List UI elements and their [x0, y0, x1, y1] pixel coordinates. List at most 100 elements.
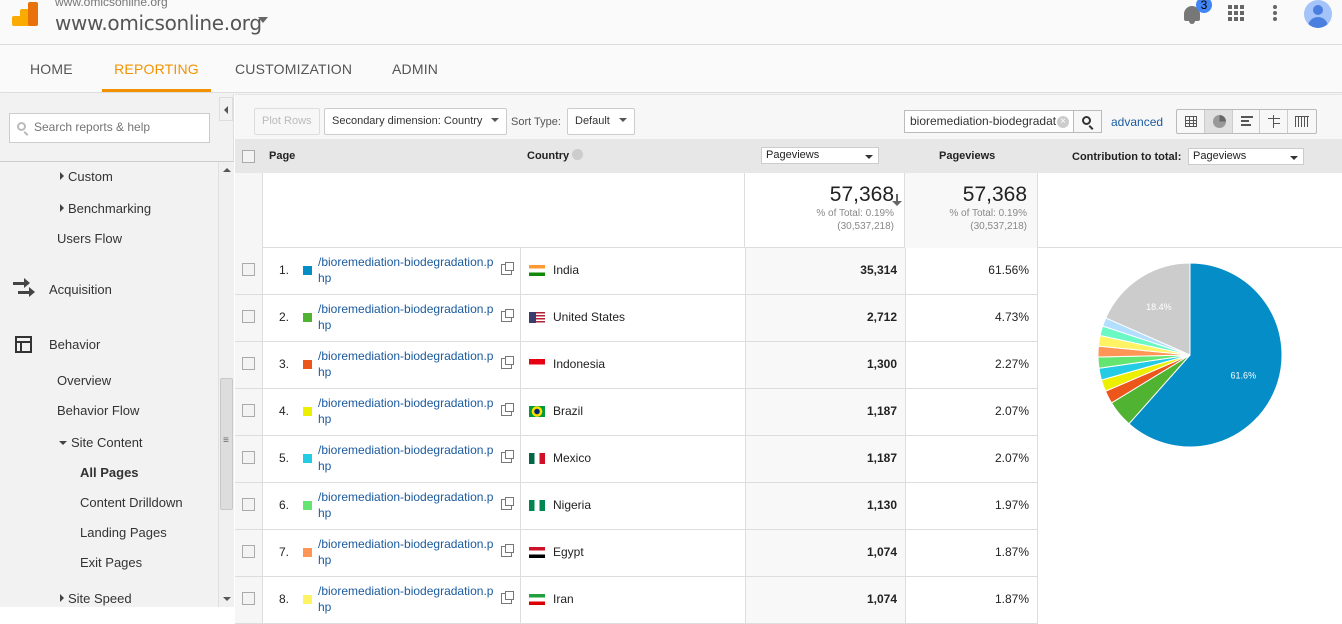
scroll-down-icon[interactable]	[223, 597, 231, 601]
row-checkbox[interactable]	[242, 263, 255, 276]
sidebar-item-site-content[interactable]: Site Content	[59, 435, 143, 450]
tab-admin[interactable]: ADMIN	[392, 45, 438, 92]
sidebar-item-custom[interactable]: Custom	[60, 169, 113, 184]
country-link[interactable]: Indonesia	[553, 357, 605, 371]
open-external-icon[interactable]	[501, 309, 514, 322]
totals-spacer	[263, 173, 745, 248]
header-country[interactable]: Country	[527, 149, 584, 162]
analytics-logo-icon[interactable]	[12, 2, 38, 26]
view-mode-toggle	[1176, 109, 1317, 134]
open-external-icon[interactable]	[501, 450, 514, 463]
secondary-dimension-select[interactable]: Secondary dimension: Country	[324, 108, 508, 135]
top-bar: www.omicsonline.org www.omicsonline.org …	[0, 0, 1342, 45]
tab-home[interactable]: HOME	[30, 45, 73, 92]
sidebar-item-exit-pages[interactable]: Exit Pages	[80, 555, 142, 570]
sidebar-item-benchmarking[interactable]: Benchmarking	[60, 201, 151, 216]
open-external-icon[interactable]	[501, 403, 514, 416]
sort-type-select[interactable]: Default	[567, 108, 635, 135]
page-link[interactable]: /bioremediation-biodegradation.php	[318, 583, 498, 615]
view-performance-button[interactable]	[1233, 110, 1261, 133]
more-vert-icon[interactable]	[1273, 5, 1277, 21]
country-flag-icon	[529, 547, 545, 558]
collapse-sidebar-button[interactable]	[219, 97, 233, 121]
totals-contribution: 57,368 % of Total: 0.19% (30,537,218)	[905, 173, 1038, 248]
country-link[interactable]: Egypt	[553, 545, 584, 559]
contribution-value: 2.07%	[994, 451, 1029, 465]
open-external-icon[interactable]	[501, 591, 514, 604]
search-input[interactable]	[34, 120, 204, 134]
row-checkbox[interactable]	[242, 498, 255, 511]
page-link[interactable]: /bioremediation-biodegradation.php	[318, 348, 498, 380]
page-link[interactable]: /bioremediation-biodegradation.php	[318, 254, 498, 286]
tab-customization[interactable]: CUSTOMIZATION	[235, 45, 352, 92]
sidebar-search[interactable]	[9, 113, 210, 143]
row-checkbox[interactable]	[242, 451, 255, 464]
pageviews-value: 1,130	[866, 498, 897, 512]
country-link[interactable]: United States	[553, 310, 625, 324]
contribution-cell: 2.27%	[905, 342, 1038, 388]
filter-search-button[interactable]	[1073, 110, 1102, 133]
page-link[interactable]: /bioremediation-biodegradation.php	[318, 442, 498, 474]
country-link[interactable]: India	[553, 263, 579, 277]
sidebar-item-users-flow[interactable]: Users Flow	[57, 231, 122, 246]
sidebar-item-site-speed[interactable]: Site Speed	[60, 591, 132, 606]
open-external-icon[interactable]	[501, 544, 514, 557]
filter-box[interactable]: ×	[904, 110, 1074, 133]
page-link[interactable]: /bioremediation-biodegradation.php	[318, 301, 498, 333]
sidebar-item-behavior[interactable]: Behavior	[49, 337, 100, 352]
open-external-icon[interactable]	[501, 497, 514, 510]
clear-filter-icon[interactable]: ×	[1057, 116, 1069, 128]
pageviews-cell: 2,712	[745, 295, 905, 341]
country-flag-icon	[529, 406, 545, 417]
plot-rows-button[interactable]: Plot Rows	[254, 108, 320, 135]
avatar[interactable]	[1304, 0, 1332, 28]
page-link[interactable]: /bioremediation-biodegradation.php	[318, 395, 498, 427]
filter-input[interactable]	[910, 114, 1056, 128]
sidebar-scrollbar[interactable]	[218, 162, 234, 607]
sidebar-item-overview[interactable]: Overview	[57, 373, 111, 388]
account-selector[interactable]: www.omicsonline.org	[55, 11, 262, 35]
tab-reporting[interactable]: REPORTING	[102, 45, 211, 92]
country-link[interactable]: Brazil	[553, 404, 583, 418]
row-checkbox[interactable]	[242, 357, 255, 370]
row-checkbox[interactable]	[242, 545, 255, 558]
view-table-button[interactable]	[1177, 110, 1205, 133]
scroll-up-icon[interactable]	[223, 168, 231, 172]
pivot-icon	[1295, 116, 1310, 127]
sidebar: Custom Benchmarking Users Flow Acquisiti…	[0, 94, 234, 607]
pageviews-cell: 1,300	[745, 342, 905, 388]
view-pivot-button[interactable]	[1288, 110, 1316, 133]
country-link[interactable]: Iran	[553, 592, 574, 606]
caret-down-icon[interactable]	[258, 17, 268, 23]
country-link[interactable]: Mexico	[553, 451, 591, 465]
page-link[interactable]: /bioremediation-biodegradation.php	[318, 489, 498, 521]
apps-grid-icon[interactable]	[1228, 5, 1244, 21]
table-row: 8. /bioremediation-biodegradation.php Ir…	[235, 577, 1038, 624]
country-link[interactable]: Nigeria	[553, 498, 591, 512]
header-page[interactable]: Page	[269, 150, 295, 162]
sidebar-item-all-pages[interactable]: All Pages	[80, 465, 139, 480]
pageviews-value: 2,712	[866, 310, 897, 324]
sidebar-item-acquisition[interactable]: Acquisition	[49, 282, 112, 297]
page-link[interactable]: /bioremediation-biodegradation.php	[318, 536, 498, 568]
select-all-checkbox[interactable]	[242, 150, 255, 163]
bar-chart-icon	[1240, 116, 1253, 127]
advanced-filter-link[interactable]: advanced	[1111, 115, 1163, 129]
open-external-icon[interactable]	[501, 356, 514, 369]
sidebar-item-content-drilldown[interactable]: Content Drilldown	[80, 495, 183, 510]
caret-down-icon	[1290, 156, 1298, 160]
view-pie-button[interactable]	[1204, 110, 1233, 133]
open-external-icon[interactable]	[501, 262, 514, 275]
row-checkbox[interactable]	[242, 592, 255, 605]
table-row: 6. /bioremediation-biodegradation.php Ni…	[235, 483, 1038, 530]
sidebar-item-behavior-flow[interactable]: Behavior Flow	[57, 403, 139, 418]
scroll-thumb[interactable]	[220, 378, 233, 510]
view-comparison-button[interactable]	[1260, 110, 1289, 133]
sidebar-item-landing-pages[interactable]: Landing Pages	[80, 525, 167, 540]
row-checkbox[interactable]	[242, 310, 255, 323]
header-pageviews[interactable]: Pageviews	[939, 150, 995, 162]
contribution-select[interactable]: Pageviews	[1188, 148, 1304, 165]
row-checkbox[interactable]	[242, 404, 255, 417]
metric-select[interactable]: Pageviews	[761, 147, 879, 164]
remove-dimension-icon[interactable]	[572, 149, 584, 160]
